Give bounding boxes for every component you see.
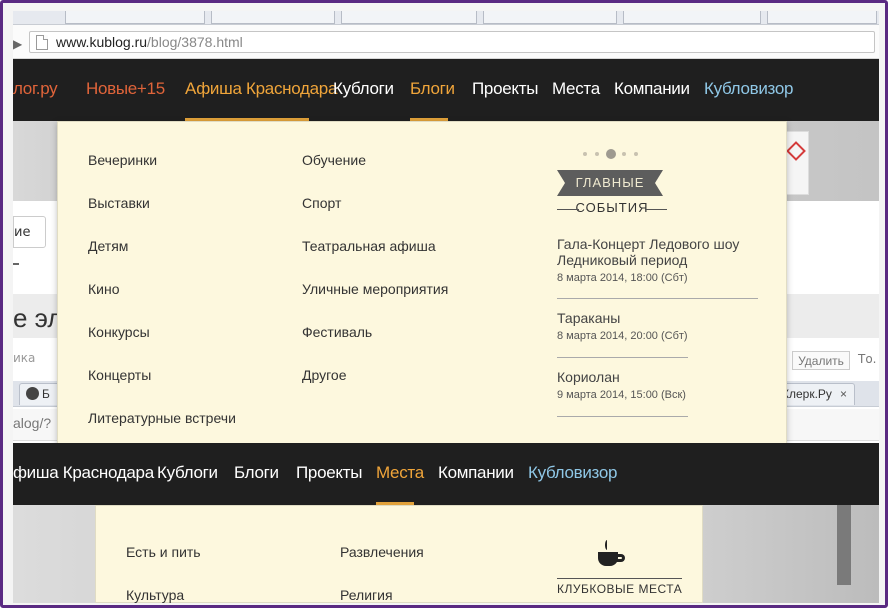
address-bar: ▶ www.kublog.ru/blog/3878.html bbox=[13, 25, 879, 59]
cup-body bbox=[598, 552, 618, 566]
inner-tab-label: Клерк.Ру bbox=[782, 387, 832, 401]
nav-item-new[interactable]: Новые+15 bbox=[86, 79, 165, 99]
nav-item-site[interactable]: лог.ру bbox=[13, 79, 58, 99]
nav-item-blogi[interactable]: Блоги bbox=[410, 79, 455, 99]
nav-item-proekty[interactable]: Проекты bbox=[296, 463, 362, 483]
category-link[interactable]: Театральная афиша bbox=[302, 238, 436, 254]
url-path: /blog/3878.html bbox=[147, 34, 243, 50]
event-date: 8 марта 2014, 20:00 (Сбт) bbox=[557, 330, 688, 342]
nav-item-kublovizor[interactable]: Кубловизор bbox=[528, 463, 617, 483]
category-link[interactable]: Детям bbox=[88, 238, 128, 254]
event-item[interactable]: Кориолан 9 марта 2014, 15:00 (Вск) bbox=[557, 369, 757, 401]
browser-tab-strip bbox=[13, 11, 879, 25]
main-events-subheading: СОБЫТИЯ bbox=[557, 200, 667, 215]
browser-tab[interactable] bbox=[65, 11, 205, 24]
category-link[interactable]: Есть и пить bbox=[126, 544, 201, 560]
inner-tab-label: Б bbox=[42, 387, 50, 401]
cup-handle bbox=[616, 554, 625, 562]
afisha-dropdown: Вечеринки Выставки Детям Кино Конкурсы К… bbox=[57, 121, 787, 460]
nav-item-afisha[interactable]: фиша Краснодара bbox=[13, 463, 154, 483]
category-link[interactable]: Спорт bbox=[302, 195, 341, 211]
nav-item-mesta[interactable]: Места bbox=[376, 463, 424, 483]
nav-item-kompanii[interactable]: Компании bbox=[614, 79, 690, 99]
dot bbox=[606, 149, 616, 159]
background-button[interactable]: ие bbox=[13, 216, 46, 248]
category-link[interactable]: Кино bbox=[88, 281, 120, 297]
category-link[interactable]: Культура bbox=[126, 587, 184, 603]
nav-item-mesta[interactable]: Места bbox=[552, 79, 600, 99]
page-icon bbox=[36, 35, 48, 50]
nav-item-kublovizor[interactable]: Кубловизор bbox=[704, 79, 793, 99]
browser-tab[interactable] bbox=[211, 11, 335, 24]
category-link[interactable]: Конкурсы bbox=[88, 324, 150, 340]
browser-tab[interactable] bbox=[623, 11, 761, 24]
places-heading: КЛУБКОВЫЕ МЕСТА bbox=[557, 578, 683, 596]
category-link[interactable]: Вечеринки bbox=[88, 152, 157, 168]
url-field[interactable]: www.kublog.ru/blog/3878.html bbox=[29, 31, 875, 53]
url-text: www.kublog.ru/blog/3878.html bbox=[56, 34, 243, 50]
event-title[interactable]: Гала-Концерт Ледового шоу Ледниковый пер… bbox=[557, 236, 757, 268]
breadcrumb-fragment: ика bbox=[13, 351, 36, 365]
url-host: www.kublog.ru bbox=[56, 34, 148, 50]
nav-item-proekty[interactable]: Проекты bbox=[472, 79, 538, 99]
toolbar-fragment: То. bbox=[858, 352, 877, 366]
back-arrow-icon[interactable]: ▶ bbox=[13, 37, 22, 51]
category-link[interactable]: Религия bbox=[340, 587, 393, 603]
side-card bbox=[786, 131, 809, 195]
divider bbox=[557, 416, 688, 417]
divider bbox=[557, 298, 758, 299]
category-link[interactable]: Концерты bbox=[88, 367, 151, 383]
nav-item-kompanii[interactable]: Компании bbox=[438, 463, 514, 483]
category-link[interactable]: Развлечения bbox=[340, 544, 424, 560]
browser-tab[interactable] bbox=[767, 11, 877, 24]
event-title[interactable]: Тараканы bbox=[557, 310, 757, 326]
delete-button[interactable]: Удалить bbox=[792, 351, 850, 370]
inner-url-text[interactable]: alog/? bbox=[13, 415, 51, 431]
nav-item-kublogi[interactable]: Кублоги bbox=[333, 79, 394, 99]
secondary-nav: фиша Краснодара Кублоги Блоги Проекты Ме… bbox=[13, 443, 879, 505]
inner-tab-klerk[interactable]: Клерк.Ру × bbox=[775, 383, 855, 405]
category-link[interactable]: Литературные встречи bbox=[88, 410, 236, 426]
nav-item-afisha[interactable]: Афиша Краснодара bbox=[185, 79, 337, 99]
divider bbox=[13, 263, 19, 265]
main-events-ribbon: ГЛАВНЫЕ bbox=[557, 170, 663, 196]
close-icon[interactable]: × bbox=[840, 387, 847, 401]
browser-tab[interactable] bbox=[341, 11, 477, 24]
site-favicon-icon bbox=[26, 387, 39, 400]
event-title[interactable]: Кориолан bbox=[557, 369, 757, 385]
nav-item-blogi[interactable]: Блоги bbox=[234, 463, 279, 483]
browser-window: ▶ www.kublog.ru/blog/3878.html ие е эл и… bbox=[13, 11, 879, 603]
event-item[interactable]: Тараканы 8 марта 2014, 20:00 (Сбт) bbox=[557, 310, 757, 342]
decorative-dots bbox=[581, 148, 643, 160]
main-nav: лог.ру Новые+15 Афиша Краснодара Кублоги… bbox=[13, 59, 879, 121]
category-link[interactable]: Фестиваль bbox=[302, 324, 372, 340]
places-dropdown: Есть и пить Культура Развлечения Религия… bbox=[95, 505, 703, 603]
divider bbox=[557, 357, 688, 358]
browser-tab[interactable] bbox=[483, 11, 617, 24]
nav-item-kublogi[interactable]: Кублоги bbox=[157, 463, 218, 483]
steam bbox=[605, 540, 609, 550]
event-date: 9 марта 2014, 15:00 (Вск) bbox=[557, 389, 686, 401]
dot bbox=[595, 152, 599, 156]
dot bbox=[634, 152, 638, 156]
category-link[interactable]: Обучение bbox=[302, 152, 366, 168]
coffee-cup-icon bbox=[598, 540, 626, 568]
page-heading-fragment: е эл bbox=[13, 303, 63, 333]
dot bbox=[622, 152, 626, 156]
category-link[interactable]: Другое bbox=[302, 367, 346, 383]
category-link[interactable]: Уличные мероприятия bbox=[302, 281, 448, 297]
screenshot-frame: ▶ www.kublog.ru/blog/3878.html ие е эл и… bbox=[0, 0, 888, 608]
event-date: 8 марта 2014, 18:00 (Сбт) bbox=[557, 272, 688, 284]
category-link[interactable]: Выставки bbox=[88, 195, 150, 211]
dot bbox=[583, 152, 587, 156]
photo-shadow bbox=[837, 505, 851, 585]
event-item[interactable]: Гала-Концерт Ледового шоу Ледниковый пер… bbox=[557, 236, 757, 284]
